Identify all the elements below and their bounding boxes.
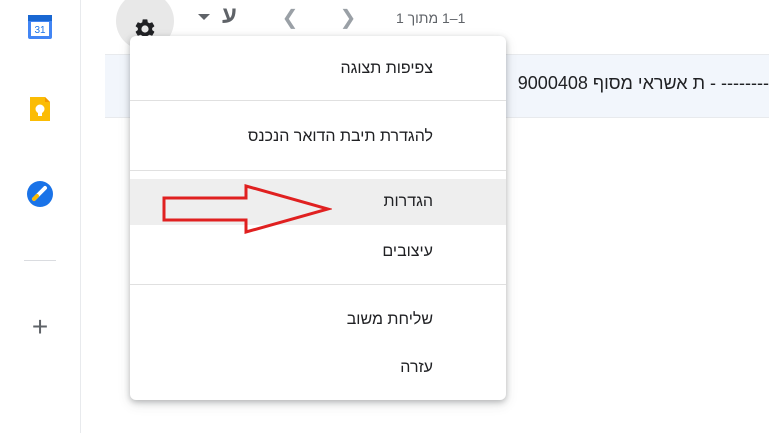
language-dropdown-caret-icon[interactable] bbox=[198, 14, 210, 20]
menu-divider bbox=[130, 170, 506, 171]
keep-icon[interactable] bbox=[26, 95, 54, 123]
calendar-day-label: 31 bbox=[34, 25, 46, 36]
menu-divider bbox=[130, 284, 506, 285]
menu-divider bbox=[130, 100, 506, 101]
plus-icon[interactable]: + bbox=[27, 313, 53, 341]
menu-item-themes[interactable]: עיצובים bbox=[130, 229, 506, 275]
side-panel: 31 + bbox=[0, 0, 81, 433]
menu-item-help[interactable]: עזרה bbox=[130, 345, 506, 391]
menu-item-display-density[interactable]: צפיפות תצוגה bbox=[130, 46, 506, 92]
chevron-left-icon[interactable]: ❮ bbox=[278, 6, 302, 30]
calendar-icon[interactable]: 31 bbox=[26, 13, 54, 41]
input-language-char[interactable]: ע bbox=[222, 2, 237, 30]
menu-item-inbox-setup[interactable]: להגדרת תיבת הדואר הנכנס bbox=[130, 114, 506, 160]
tasks-icon[interactable] bbox=[26, 180, 54, 208]
menu-item-send-feedback[interactable]: שליחת משוב bbox=[130, 297, 506, 343]
sidebar-divider bbox=[24, 260, 56, 261]
email-subject: ת אשראי מסוף 9000408 - -------- bbox=[517, 73, 769, 93]
annotation-arrow-icon bbox=[162, 184, 332, 234]
page-count: 1–1 מתוך 1 bbox=[396, 10, 466, 26]
chevron-right-icon[interactable]: ❯ bbox=[336, 6, 360, 30]
